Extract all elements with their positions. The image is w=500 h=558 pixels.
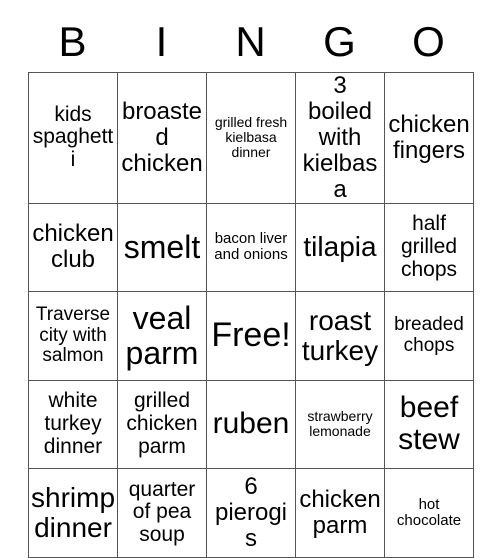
bingo-cell-o2[interactable]: half grilled chops	[384, 202, 474, 293]
bingo-cell-label: chicken fingers	[388, 110, 470, 164]
bingo-row-3: Traverse city with salmon veal parm Free…	[28, 291, 474, 381]
bingo-cell-n2[interactable]: bacon liver and onions	[206, 202, 296, 293]
bingo-cell-label: veal parm	[125, 300, 199, 371]
bingo-cell-i3[interactable]: veal parm	[117, 291, 207, 381]
bingo-cell-o4[interactable]: beef stew	[384, 379, 474, 470]
bingo-cell-label: broasted chicken	[121, 97, 203, 177]
bingo-cell-b3[interactable]: Traverse city with salmon	[28, 291, 118, 381]
bingo-cell-label: chicken parm	[299, 485, 381, 539]
bingo-cell-b4[interactable]: white turkey dinner	[28, 379, 118, 470]
bingo-cell-g4[interactable]: strawberry lemonade	[295, 379, 385, 470]
bingo-cell-label: white turkey dinner	[43, 389, 103, 458]
bingo-cell-label: bacon liver and onions	[214, 230, 288, 264]
bingo-cell-label: strawberry lemonade	[307, 408, 373, 440]
bingo-header-row: B I N G O	[28, 12, 473, 72]
bingo-header-letter-b: B	[58, 18, 87, 65]
bingo-cell-label: 3 boiled with kielbasa	[302, 72, 378, 203]
bingo-cell-n1[interactable]: grilled fresh kielbasa dinner	[206, 72, 296, 204]
bingo-card: B I N G O kids spaghetti broasted chicke…	[28, 12, 474, 558]
bingo-cell-o3[interactable]: breaded chops	[384, 291, 474, 381]
bingo-cell-label: kids spaghetti	[32, 102, 114, 172]
bingo-cell-label: Traverse city with salmon	[35, 304, 111, 367]
bingo-row-4: white turkey dinner grilled chicken parm…	[28, 379, 474, 470]
bingo-header-letter-g: G	[323, 18, 356, 65]
bingo-cell-g2[interactable]: tilapia	[295, 202, 385, 293]
bingo-cell-b2[interactable]: chicken club	[28, 202, 118, 293]
bingo-cell-i4[interactable]: grilled chicken parm	[117, 379, 207, 470]
bingo-cell-i2[interactable]: smelt	[117, 202, 207, 293]
bingo-cell-label: beef stew	[398, 390, 460, 457]
bingo-cell-i1[interactable]: broasted chicken	[117, 72, 207, 204]
bingo-free-label: Free!	[211, 316, 291, 355]
bingo-cell-o1[interactable]: chicken fingers	[384, 72, 474, 204]
bingo-cell-label: smelt	[123, 229, 201, 265]
bingo-cell-label: hot chocolate	[396, 495, 462, 529]
bingo-grid: kids spaghetti broasted chicken grilled …	[28, 72, 474, 558]
bingo-cell-b1[interactable]: kids spaghetti	[28, 72, 118, 204]
bingo-cell-g1[interactable]: 3 boiled with kielbasa	[295, 72, 385, 204]
bingo-cell-label: quarter of pea soup	[128, 477, 196, 547]
bingo-cell-label: breaded chops	[394, 314, 464, 356]
bingo-cell-free-space[interactable]: Free!	[206, 291, 296, 381]
bingo-cell-g3[interactable]: roast turkey	[295, 291, 385, 381]
bingo-cell-label: tilapia	[303, 231, 377, 263]
bingo-cell-label: chicken club	[32, 220, 114, 274]
bingo-row-2: chicken club smelt bacon liver and onion…	[28, 202, 474, 293]
bingo-header-letter-o: O	[412, 18, 445, 65]
bingo-row-1: kids spaghetti broasted chicken grilled …	[28, 72, 474, 204]
bingo-cell-label: shrimp dinner	[31, 481, 116, 543]
bingo-cell-label: half grilled chops	[400, 212, 458, 281]
bingo-cell-n4[interactable]: ruben	[206, 379, 296, 470]
bingo-cell-label: roast turkey	[301, 304, 379, 366]
bingo-header-letter-i: I	[155, 18, 168, 65]
bingo-cell-label: 6 pierogis	[214, 472, 288, 552]
bingo-cell-label: ruben	[212, 407, 290, 441]
bingo-header-letter-n: N	[235, 18, 266, 65]
bingo-cell-label: grilled fresh kielbasa dinner	[214, 114, 288, 161]
bingo-cell-label: grilled chicken parm	[126, 389, 198, 458]
